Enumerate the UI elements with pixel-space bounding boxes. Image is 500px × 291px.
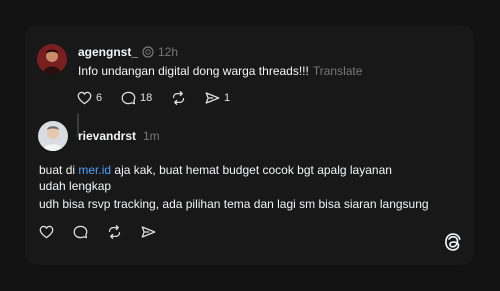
reply-like-button[interactable] — [39, 225, 54, 239]
translate-link[interactable]: Translate — [313, 64, 363, 78]
threads-embed-card: agengnst_ 12h Info undangan digital dong… — [25, 25, 474, 265]
post-username[interactable]: agengnst_ — [78, 45, 138, 59]
reply-repost-button[interactable] — [107, 225, 122, 239]
mer-id-link[interactable]: mer.id — [78, 163, 111, 177]
repost-icon — [172, 91, 185, 105]
heart-icon — [39, 225, 54, 239]
comment-button[interactable]: 18 — [121, 91, 152, 105]
reply-line1-rest: aja kak, buat hemat budget cocok bgt apa… — [111, 163, 392, 177]
reply-text-line-2: udah lengkap — [39, 179, 112, 193]
reply-comment-button[interactable] — [73, 225, 88, 239]
repost-button[interactable] — [171, 91, 186, 105]
threads-logo-icon[interactable] — [443, 232, 463, 252]
send-icon — [205, 92, 220, 104]
reply-text-line-3: udh bisa rsvp tracking, ada pilihan tema… — [39, 197, 429, 211]
reply-prefix: buat di — [39, 163, 79, 177]
post-body: Info undangan digital dong warga threads… — [78, 64, 309, 78]
like-button[interactable]: 6 — [77, 91, 102, 105]
heart-icon — [77, 91, 92, 105]
repost-icon — [108, 225, 121, 239]
post-time: 12h — [158, 45, 179, 59]
avatar-rievandrst[interactable] — [38, 121, 68, 151]
post-text: Info undangan digital dong warga threads… — [78, 63, 362, 79]
comment-count: 18 — [140, 92, 153, 104]
avatar-agengnst[interactable] — [37, 44, 67, 74]
reply-share-button[interactable] — [141, 225, 156, 239]
like-count: 6 — [96, 92, 103, 104]
share-count: 1 — [224, 92, 231, 104]
reply-text-line-1: buat di mer.id aja kak, buat hemat budge… — [39, 162, 392, 178]
send-icon — [141, 226, 156, 238]
comment-bubble-icon — [73, 225, 88, 239]
reply-username[interactable]: rievandrst — [78, 129, 136, 143]
comment-bubble-icon — [121, 91, 136, 105]
reply-time: 1m — [143, 129, 160, 143]
verified-badge-icon — [142, 46, 154, 58]
share-button[interactable]: 1 — [205, 91, 230, 105]
